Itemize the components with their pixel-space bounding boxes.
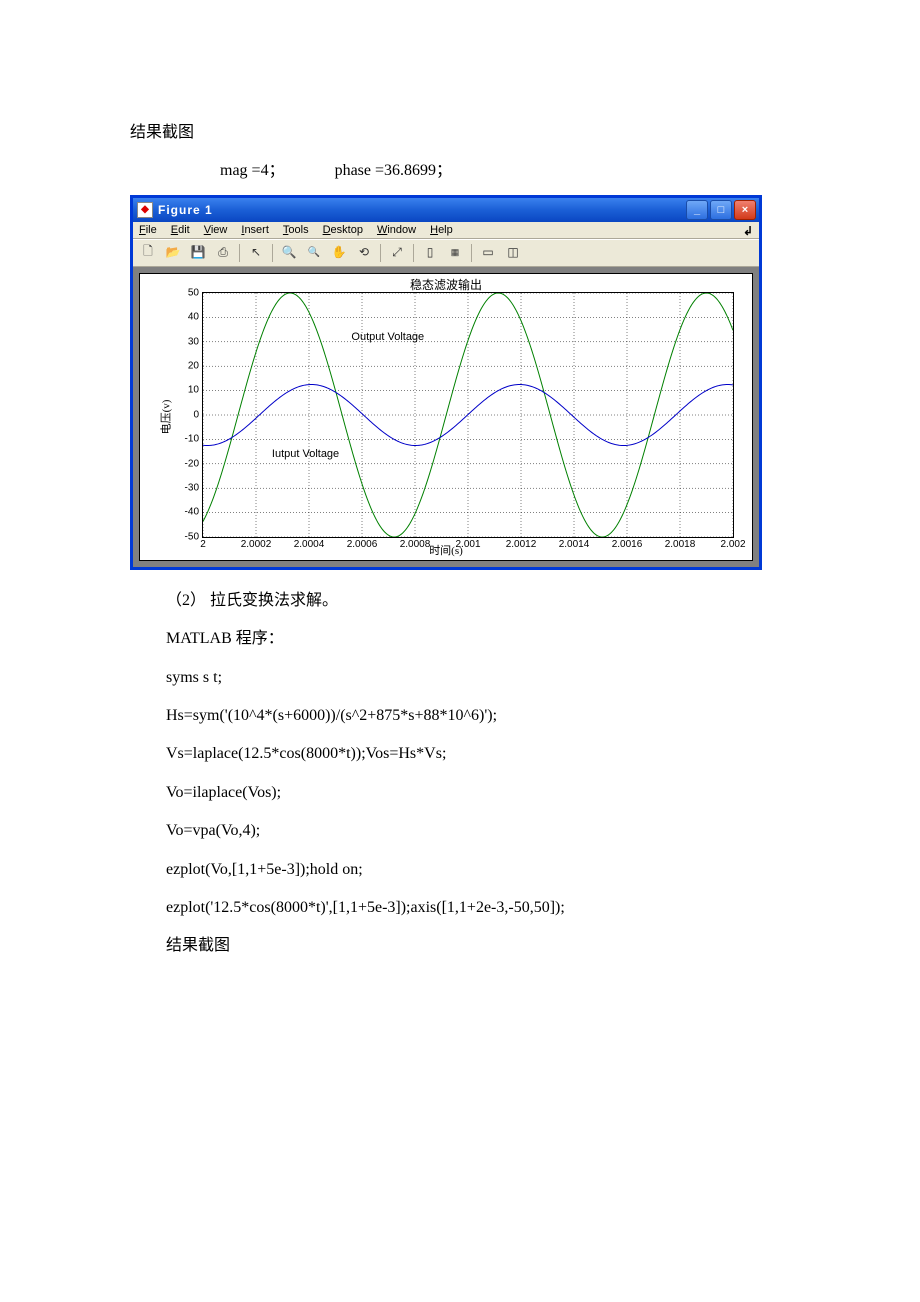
matlab-figure-window: ◆ Figure 1 _ □ × File Edit View Insert T… — [130, 195, 762, 570]
y-tick-label: -30 — [159, 482, 203, 493]
axes-container: 稳态滤波输出 电压(v) 时间(s) Output Voltage Iutput… — [139, 273, 753, 561]
matlab-program-label: MATLAB 程序： — [130, 624, 790, 654]
menu-desktop[interactable]: Desktop — [323, 224, 363, 236]
results-heading: 结果截图 — [130, 118, 790, 148]
mag-value: mag =4； — [220, 162, 285, 179]
x-tick-label: 2.0004 — [294, 537, 325, 550]
x-tick-label: 2.0002 — [241, 537, 272, 550]
values-line: mag =4； phase =36.8699； — [130, 156, 790, 186]
datacursor-icon[interactable]: ⤢ — [386, 242, 408, 264]
save-icon[interactable]: 💾 — [187, 242, 209, 264]
close-button[interactable]: × — [734, 200, 756, 220]
minimize-button[interactable]: _ — [686, 200, 708, 220]
new-icon[interactable]: 🗋 — [137, 242, 159, 264]
annotation-output: Output Voltage — [351, 331, 424, 343]
insert-colorbar-icon[interactable]: ▯ — [419, 242, 441, 264]
figure-canvas: 稳态滤波输出 电压(v) 时间(s) Output Voltage Iutput… — [133, 267, 759, 567]
x-tick-label: 2 — [200, 537, 206, 550]
x-tick-label: 2.002 — [720, 537, 745, 550]
x-tick-label: 2.0018 — [665, 537, 696, 550]
menu-view[interactable]: View — [204, 224, 228, 236]
menu-file[interactable]: File — [139, 224, 157, 236]
y-tick-label: -10 — [159, 434, 203, 445]
arrow-icon[interactable]: ↖ — [245, 242, 267, 264]
x-tick-label: 2.0006 — [347, 537, 378, 550]
menu-tools[interactable]: Tools — [283, 224, 309, 236]
insert-legend-icon[interactable]: ▦ — [444, 242, 466, 264]
y-tick-label: 40 — [159, 312, 203, 323]
print-icon[interactable]: ⎙ — [212, 242, 234, 264]
matlab-icon: ◆ — [137, 202, 153, 218]
pan-icon[interactable]: ✋ — [328, 242, 350, 264]
x-tick-label: 2.0012 — [506, 537, 537, 550]
toolbar: 🗋 📂 💾 ⎙ ↖ 🔍 🔍 ✋ ⟲ ⤢ ▯ ▦ ▭ ◫ — [133, 239, 759, 267]
x-axis-label: 时间(s) — [140, 542, 752, 558]
x-tick-label: 2.0008 — [400, 537, 431, 550]
phase-value: phase =36.8699； — [335, 162, 452, 179]
code-line: ezplot(Vo,[1,1+5e-3]);hold on; — [130, 855, 790, 885]
maximize-button[interactable]: □ — [710, 200, 732, 220]
annotation-input: Iutput Voltage — [272, 448, 339, 460]
x-tick-label: 2.0016 — [612, 537, 643, 550]
show-plot-tools-icon[interactable]: ◫ — [502, 242, 524, 264]
menu-insert[interactable]: Insert — [241, 224, 269, 236]
x-tick-label: 2.001 — [455, 537, 480, 550]
menubar: File Edit View Insert Tools Desktop Wind… — [133, 222, 759, 239]
code-line: Vo=vpa(Vo,4); — [130, 816, 790, 846]
y-tick-label: 50 — [159, 287, 203, 298]
code-line: syms s t; — [130, 663, 790, 693]
data-curves — [203, 293, 733, 537]
section-2: （2） 拉氏变换法求解。 — [130, 586, 790, 616]
y-tick-label: 20 — [159, 360, 203, 371]
y-tick-label: 30 — [159, 336, 203, 347]
x-tick-label: 2.0014 — [559, 537, 590, 550]
rotate-icon[interactable]: ⟲ — [353, 242, 375, 264]
code-line: Hs=sym('(10^4*(s+6000))/(s^2+875*s+88*10… — [130, 701, 790, 731]
chart-title: 稳态滤波输出 — [140, 276, 752, 293]
results-heading-2: 结果截图 — [130, 931, 790, 961]
hide-plot-tools-icon[interactable]: ▭ — [477, 242, 499, 264]
code-line: ezplot('12.5*cos(8000*t)',[1,1+5e-3]);ax… — [130, 893, 790, 923]
axes[interactable]: Output Voltage Iutput Voltage -50-40-30-… — [202, 292, 734, 538]
menu-edit[interactable]: Edit — [171, 224, 190, 236]
zoom-in-icon[interactable]: 🔍 — [278, 242, 300, 264]
menu-window[interactable]: Window — [377, 224, 416, 236]
y-tick-label: 0 — [159, 409, 203, 420]
y-tick-label: -20 — [159, 458, 203, 469]
y-tick-label: 10 — [159, 385, 203, 396]
titlebar: ◆ Figure 1 _ □ × — [133, 198, 759, 222]
menu-help[interactable]: Help — [430, 224, 453, 236]
zoom-out-icon[interactable]: 🔍 — [303, 242, 325, 264]
menu-dock-icon[interactable]: ↲ — [743, 224, 753, 238]
code-line: Vs=laplace(12.5*cos(8000*t));Vos=Hs*Vs; — [130, 739, 790, 769]
open-icon[interactable]: 📂 — [162, 242, 184, 264]
y-tick-label: -40 — [159, 507, 203, 518]
code-line: Vo=ilaplace(Vos); — [130, 778, 790, 808]
y-tick-label: -50 — [159, 531, 203, 542]
window-title: Figure 1 — [158, 203, 213, 217]
